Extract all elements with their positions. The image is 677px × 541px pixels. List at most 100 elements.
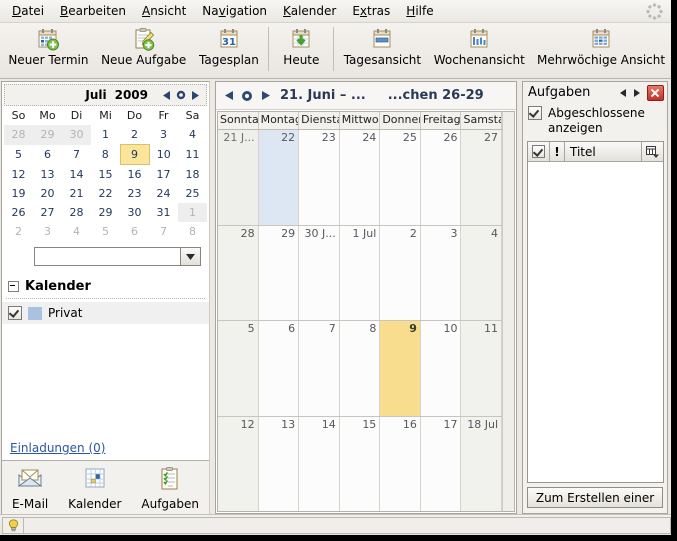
mini-cal-day[interactable]: 6 [33, 145, 62, 165]
calendar-day-cell[interactable]: 3 [420, 225, 462, 320]
mini-cal-day[interactable]: 29 [91, 203, 120, 222]
chevron-down-icon[interactable] [181, 247, 201, 266]
mini-cal-day[interactable]: 3 [33, 222, 62, 241]
calendar-day-cell[interactable]: 23 [299, 130, 340, 225]
calendar-day-cell[interactable]: 10 [420, 321, 462, 416]
calendar-day-cell[interactable]: 28 [218, 225, 259, 320]
mini-cal-day[interactable]: 8 [178, 222, 207, 241]
calendar-day-cell[interactable]: 21 J... [218, 130, 259, 225]
task-title-column-header[interactable]: Titel [565, 142, 642, 161]
mini-cal-day[interactable]: 11 [178, 145, 207, 165]
calendar-day-cell[interactable]: 15 [339, 416, 381, 511]
mini-cal-day[interactable]: 29 [33, 125, 62, 145]
mini-cal-day[interactable]: 17 [149, 165, 178, 185]
calendar-day-cell[interactable]: 26 [420, 130, 462, 225]
calendar-day-cell[interactable]: 7 [299, 321, 340, 416]
mini-cal-day[interactable]: 31 [149, 203, 178, 222]
mini-cal-day[interactable]: 20 [33, 184, 62, 203]
mini-cal-day[interactable]: 24 [149, 184, 178, 203]
mini-cal-day-today[interactable]: 9 [119, 144, 150, 165]
lightbulb-icon[interactable] [2, 516, 24, 534]
calendar-list-item-privat[interactable]: Privat [2, 302, 209, 324]
calendar-day-cell[interactable]: 18 Jul [461, 416, 503, 511]
calendar-day-cell[interactable]: 6 [258, 321, 300, 416]
mini-cal-day[interactable]: 4 [62, 222, 91, 241]
task-list-body[interactable] [528, 162, 663, 482]
checkmark-column-icon[interactable] [528, 142, 550, 161]
menu-extras[interactable]: Extras [344, 1, 398, 21]
today-button[interactable]: Heute [272, 26, 330, 67]
task-list[interactable]: ! Titel [527, 141, 664, 483]
mini-cal-day[interactable]: 1 [178, 203, 207, 222]
calendar-visible-checkbox[interactable] [8, 306, 22, 320]
mini-cal-day[interactable]: 8 [91, 145, 120, 165]
calendar-day-cell[interactable]: 27 [461, 130, 503, 225]
calendar-day-cell[interactable]: 13 [258, 416, 300, 511]
mode-button-email[interactable]: E-Mail [6, 467, 54, 511]
mode-button-tasks[interactable]: Aufgaben [135, 467, 205, 511]
calendar-day-cell[interactable]: 2 [380, 225, 421, 320]
calendar-day-cell[interactable]: 29 [258, 225, 300, 320]
mini-cal-day[interactable]: 7 [149, 222, 178, 241]
mini-cal-day[interactable]: 26 [4, 203, 33, 222]
triangle-right-icon[interactable] [256, 87, 274, 105]
mini-cal-day[interactable]: 23 [120, 184, 149, 203]
show-completed-checkbox[interactable] [528, 106, 542, 120]
circle-icon[interactable] [238, 87, 256, 105]
create-task-button[interactable]: Zum Erstellen einer [527, 487, 663, 508]
calendar-day-cell[interactable]: 4 [461, 225, 503, 320]
invitations-link[interactable]: Einladungen (0) [10, 441, 105, 455]
calendar-day-cell[interactable]: 16 [380, 416, 421, 511]
mini-cal-day[interactable]: 30 [62, 125, 91, 145]
menu-datei[interactable]: Datei [4, 1, 52, 21]
calendar-day-cell-selected[interactable]: 22 [258, 130, 300, 225]
mini-cal-day[interactable]: 16 [120, 165, 149, 185]
search-input[interactable] [34, 247, 181, 266]
mini-cal-day[interactable]: 5 [91, 222, 120, 241]
triangle-left-icon[interactable] [617, 86, 630, 100]
mini-cal-day[interactable]: 22 [91, 184, 120, 203]
new-event-button[interactable]: Neuer Termin [2, 26, 95, 67]
menu-hilfe[interactable]: Hilfe [398, 1, 441, 21]
calendar-day-cell[interactable]: 25 [380, 130, 421, 225]
mini-cal-day[interactable]: 3 [149, 125, 178, 145]
mini-cal-day[interactable]: 2 [120, 125, 149, 145]
calendar-day-cell[interactable]: 8 [339, 321, 381, 416]
mini-cal-day[interactable]: 4 [178, 125, 207, 145]
calendar-day-cell[interactable]: 5 [218, 321, 259, 416]
calendar-day-cell[interactable]: 17 [420, 416, 462, 511]
mini-cal-day[interactable]: 14 [62, 165, 91, 185]
mini-cal-day[interactable]: 30 [120, 203, 149, 222]
mini-cal-day[interactable]: 28 [4, 125, 33, 145]
mini-cal-day[interactable]: 10 [149, 145, 178, 165]
new-task-button[interactable]: Neue Aufgabe [95, 26, 193, 67]
mini-cal-day[interactable]: 27 [33, 203, 62, 222]
mini-cal-day[interactable]: 7 [62, 145, 91, 165]
menu-navigation[interactable]: Navigation [194, 1, 275, 21]
calendar-vertical-scrollbar[interactable] [502, 111, 515, 512]
week-view-button[interactable]: Wochenansicht [427, 26, 531, 67]
mini-cal-day[interactable]: 6 [120, 222, 149, 241]
calendar-day-cell[interactable]: 24 [339, 130, 381, 225]
mini-cal-day[interactable]: 2 [4, 222, 33, 241]
collapse-twisty-icon[interactable] [8, 281, 19, 292]
mini-calendar-grid[interactable]: So Mo Di Mi Do Fr Sa 28 29 30 1 2 3 4 5 … [4, 107, 207, 241]
mini-cal-day[interactable]: 12 [4, 165, 33, 185]
column-picker-icon[interactable] [642, 142, 663, 161]
calendar-day-cell[interactable]: 11 [461, 321, 503, 416]
search-combobox[interactable] [34, 247, 201, 266]
day-view-button[interactable]: Tagesansicht [337, 26, 427, 67]
calendar-day-cell-today[interactable]: 9 [380, 321, 421, 416]
menu-ansicht[interactable]: Ansicht [134, 1, 194, 21]
task-filter-row[interactable]: Abgeschlossene anzeigen [523, 103, 667, 141]
calendar-day-cell[interactable]: 12 [218, 416, 259, 511]
multiweek-view-button[interactable]: Mehrwöchige Ansicht [531, 26, 671, 67]
triangle-left-icon[interactable] [220, 87, 238, 105]
day-plan-button[interactable]: 31 Tagesplan [193, 26, 266, 67]
mini-cal-day[interactable]: 18 [178, 165, 207, 185]
circle-icon[interactable] [174, 88, 188, 102]
calendar-day-cell[interactable]: 30 J... [299, 225, 340, 320]
mini-cal-day[interactable]: 19 [4, 184, 33, 203]
triangle-right-icon[interactable] [630, 86, 643, 100]
close-icon[interactable] [647, 84, 664, 101]
